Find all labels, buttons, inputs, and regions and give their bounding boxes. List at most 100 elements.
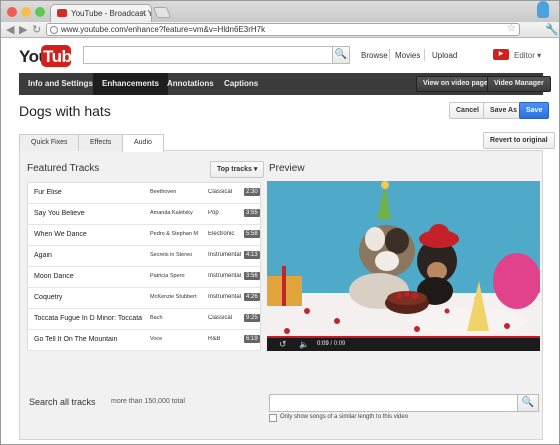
- track-genre: Instrumental: [208, 294, 242, 300]
- track-duration: 9:25: [244, 314, 260, 322]
- logo-tube-text: Tube: [43, 47, 81, 66]
- movies-link[interactable]: Movies: [395, 51, 420, 60]
- track-genre: Instrumental: [208, 273, 242, 279]
- url-text: www.youtube.com/enhance?feature=vm&v=Hld…: [61, 25, 266, 34]
- track-artist: Patricia Spero: [150, 273, 185, 279]
- video-manager-button[interactable]: Video Manager: [487, 76, 551, 92]
- browser-tab[interactable]: YouTube - Broadcast Yourse ✕: [50, 4, 152, 23]
- tab-annotations[interactable]: Annotations: [158, 73, 223, 95]
- tracks-list: Fur Elise Beethoven Classical 2:30 Say You B…: [27, 182, 261, 351]
- track-row[interactable]: Toccata Fugue In D Minor: Toccata Bach Cla…: [28, 309, 260, 330]
- replay-icon[interactable]: ↺: [279, 338, 287, 351]
- editor-nav-bar: Info and Settings Enhancements Annotatio…: [19, 73, 551, 95]
- video-preview[interactable]: [267, 181, 540, 338]
- tab-quick-fixes[interactable]: Quick Fixes: [19, 134, 80, 151]
- youtube-favicon-icon: [57, 9, 67, 17]
- track-title: Fur Elise: [34, 189, 62, 196]
- track-artist: Beethoven: [150, 189, 177, 195]
- track-count: more than 150,000 total: [111, 398, 185, 405]
- tab-enhancements[interactable]: Enhancements: [93, 73, 168, 95]
- browse-link[interactable]: Browse: [361, 51, 388, 60]
- preview-heading: Preview: [269, 163, 305, 174]
- track-genre: Instrumental: [208, 252, 242, 258]
- user-menu[interactable]: Editor ▾: [514, 51, 541, 60]
- back-arrow-icon[interactable]: ◀: [6, 23, 14, 37]
- video-total-time: / 0:09: [330, 341, 346, 347]
- save-button[interactable]: Save: [519, 102, 550, 119]
- close-window-button[interactable]: [7, 7, 17, 17]
- track-genre: Classical: [208, 189, 233, 195]
- search-input[interactable]: [83, 46, 333, 64]
- similar-length-checkbox[interactable]: [269, 414, 277, 422]
- track-title: Go Tell It On The Mountain: [34, 336, 118, 343]
- track-title: Say You Believe: [34, 210, 85, 217]
- revert-to-original-button[interactable]: Revert to original: [483, 132, 555, 149]
- zoom-window-button[interactable]: [35, 7, 45, 17]
- search-icon: 🔍: [334, 49, 348, 60]
- track-row[interactable]: Say You Believe Amanda Kaletsky Pop 3:55: [28, 204, 260, 225]
- close-tab-icon[interactable]: ✕: [140, 5, 147, 22]
- tab-captions[interactable]: Captions: [215, 73, 267, 95]
- tab-audio[interactable]: Audio: [122, 134, 164, 152]
- track-title: Coquetry: [34, 294, 63, 301]
- browser-tab-bar: YouTube - Broadcast Yourse ✕: [1, 1, 559, 23]
- wrench-icon[interactable]: 🔧: [545, 23, 559, 36]
- new-tab-button[interactable]: [152, 7, 172, 18]
- video-time: 0:09 / 0:09: [317, 338, 345, 351]
- bookmark-star-icon[interactable]: ☆: [507, 23, 516, 34]
- tab-effects[interactable]: Effects: [78, 134, 124, 151]
- track-title: Again: [34, 252, 52, 259]
- track-genre: Electronic: [208, 231, 235, 237]
- user-channel-icon[interactable]: ▶: [493, 49, 509, 60]
- track-artist: Amanda Kaletsky: [150, 210, 193, 216]
- track-duration: 4:26: [244, 293, 260, 301]
- track-row[interactable]: Go Tell It On The Mountain Voce R&B 6:19: [28, 330, 260, 351]
- video-controls: ↺ 🔈 0:09 / 0:09: [267, 336, 540, 351]
- volume-icon[interactable]: 🔈: [299, 338, 309, 351]
- upload-link[interactable]: Upload: [432, 51, 457, 60]
- address-bar[interactable]: www.youtube.com/enhance?feature=vm&v=Hld…: [46, 23, 520, 36]
- similar-length-label: Only show songs of a similar length to t…: [280, 414, 409, 420]
- profile-avatar[interactable]: [537, 1, 549, 18]
- youtube-logo[interactable]: You Tube: [19, 45, 81, 67]
- view-on-video-page-button[interactable]: View on video page: [416, 76, 495, 92]
- top-tracks-label: Top tracks: [217, 166, 252, 173]
- forward-arrow-icon[interactable]: ▶: [19, 23, 27, 37]
- chevron-down-icon: ▾: [253, 166, 258, 173]
- track-row[interactable]: When We Dance Pedro & Stephan M Electronic…: [28, 225, 260, 246]
- tab-info-and-settings[interactable]: Info and Settings: [19, 73, 102, 95]
- track-row[interactable]: Again Secrets in Stereo Instrumental 4:13: [28, 246, 260, 267]
- track-duration: 5:58: [244, 230, 260, 238]
- top-tracks-dropdown[interactable]: Top tracks ▾: [210, 161, 265, 178]
- track-title: When We Dance: [34, 231, 87, 238]
- track-artist: Secrets in Stereo: [150, 252, 193, 258]
- divider: [389, 49, 390, 61]
- page-title: Dogs with hats: [19, 103, 111, 119]
- track-artist: Voce: [150, 336, 163, 342]
- video-frame-image: [267, 181, 540, 338]
- track-row[interactable]: Coquetry McKenzie Stubbert Instrumental 4:2…: [28, 288, 260, 309]
- globe-icon: [50, 26, 58, 34]
- minimize-window-button[interactable]: [21, 7, 31, 17]
- track-title: Moon Dance: [34, 273, 74, 280]
- user-name: Editor: [514, 51, 535, 60]
- save-as-button[interactable]: Save As: [483, 102, 524, 119]
- cancel-button[interactable]: Cancel: [449, 102, 486, 119]
- track-search-button[interactable]: 🔍: [517, 394, 539, 412]
- browser-toolbar: ◀ ▶ ↻ www.youtube.com/enhance?feature=vm…: [1, 22, 559, 38]
- track-genre: Pop: [208, 210, 219, 216]
- track-duration: 4:13: [244, 251, 260, 259]
- search-button[interactable]: 🔍: [332, 46, 350, 64]
- reload-icon[interactable]: ↻: [32, 23, 41, 37]
- search-all-tracks-heading: Search all tracks: [29, 397, 96, 407]
- track-duration: 3:55: [244, 209, 260, 217]
- track-duration: 3:56: [244, 272, 260, 280]
- divider: [424, 49, 425, 61]
- track-row[interactable]: Fur Elise Beethoven Classical 2:30: [28, 183, 260, 204]
- track-duration: 2:30: [244, 188, 260, 196]
- featured-tracks-heading: Featured Tracks: [27, 163, 100, 174]
- track-search-input[interactable]: [269, 394, 518, 412]
- track-row[interactable]: Moon Dance Patricia Spero Instrumental 3:56: [28, 267, 260, 288]
- video-current-time: 0:09: [317, 341, 329, 347]
- track-title: Toccata Fugue In D Minor: Toccata: [34, 315, 143, 322]
